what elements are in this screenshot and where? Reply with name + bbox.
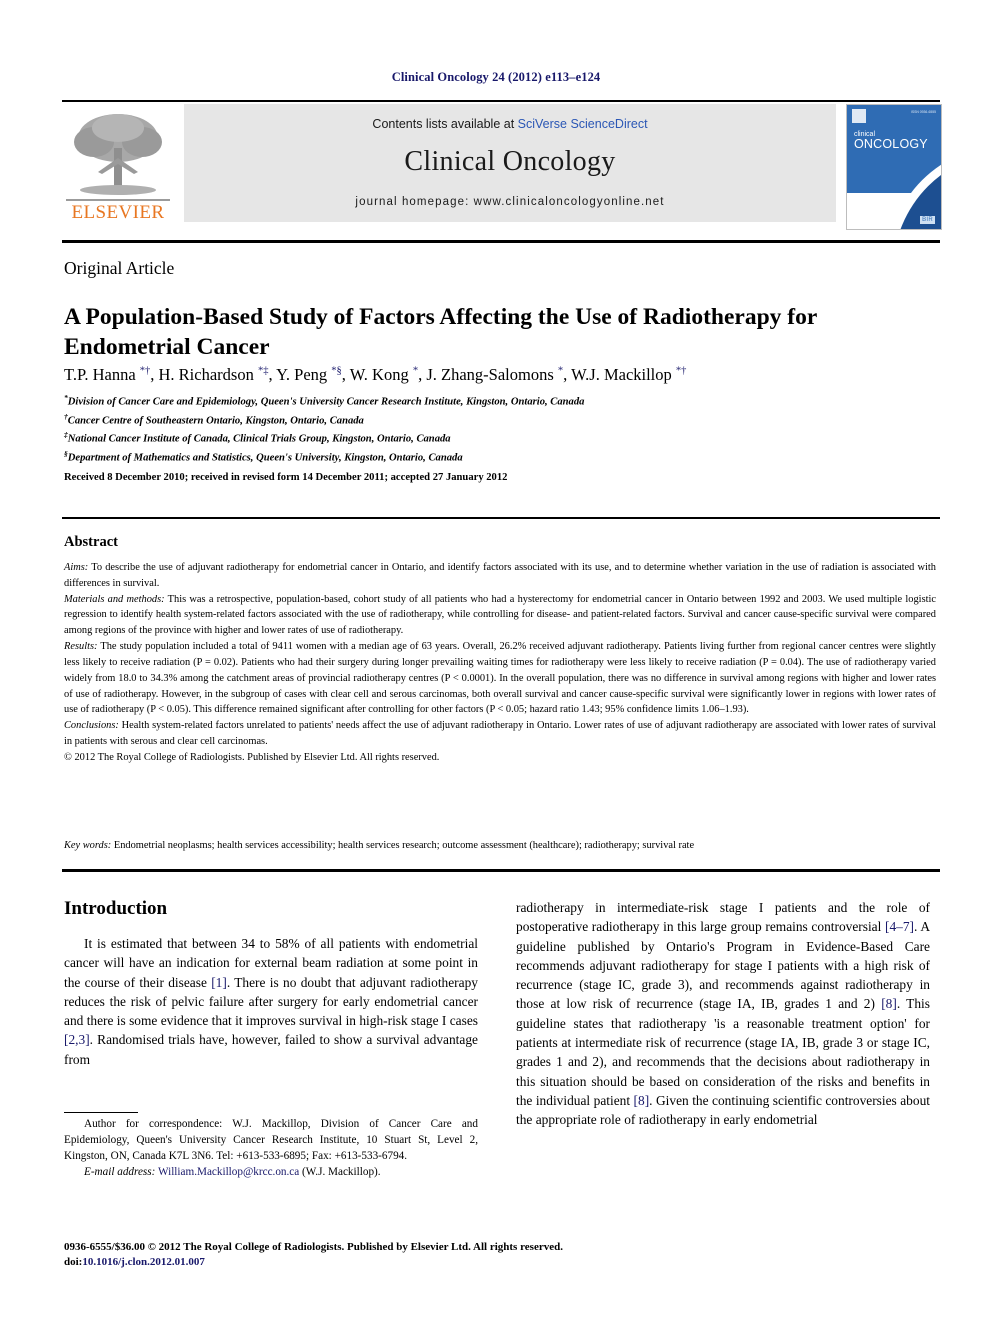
abstract-text: Health system-related factors unrelated …	[64, 720, 936, 747]
email-link[interactable]: William.Mackillop@krcc.on.ca	[158, 1166, 299, 1178]
abstract-body: Aims: To describe the use of adjuvant ra…	[64, 560, 936, 766]
footnote-rule	[64, 1112, 138, 1114]
journal-title: Clinical Oncology	[404, 146, 616, 177]
elsevier-logo: ELSEVIER	[62, 104, 174, 228]
introduction-paragraph-right: radiotherapy in intermediate-risk stage …	[516, 900, 930, 1128]
affiliation-text: Division of Cancer Care and Epidemiology…	[67, 396, 585, 408]
sciencedirect-link[interactable]: SciVerse ScienceDirect	[518, 117, 648, 131]
abstract-section-methods: Materials and methods: This was a retros…	[64, 592, 936, 639]
abstract-label: Materials and methods:	[64, 593, 165, 605]
keywords-line: Key words: Endometrial neoplasms; health…	[64, 840, 936, 851]
keywords-label: Key words:	[64, 840, 112, 851]
doi-label: doi:	[64, 1256, 83, 1269]
masthead-banner: Contents lists available at SciVerse Sci…	[184, 104, 836, 222]
affiliation-text: National Cancer Institute of Canada, Cli…	[67, 433, 451, 445]
page-title: A Population-Based Study of Factors Affe…	[64, 303, 817, 361]
elsevier-wordmark: ELSEVIER	[71, 202, 165, 223]
article-type-label: Original Article	[64, 258, 175, 278]
abstract-copyright: © 2012 The Royal College of Radiologists…	[64, 751, 440, 763]
abstract-text: This was a retrospective, population-bas…	[64, 593, 937, 637]
affiliation-item: ‡National Cancer Institute of Canada, Cl…	[64, 429, 934, 448]
contents-list-line: Contents lists available at SciVerse Sci…	[184, 117, 836, 131]
body-column-right: radiotherapy in intermediate-risk stage …	[516, 898, 930, 1130]
affiliation-item: §Department of Mathematics and Statistic…	[64, 448, 934, 467]
introduction-heading: Introduction	[64, 898, 168, 919]
email-line: E-mail address: William.Mackillop@krcc.o…	[64, 1165, 478, 1181]
affiliation-list: *Division of Cancer Care and Epidemiolog…	[64, 392, 934, 467]
journal-homepage-link[interactable]: journal homepage: www.clinicaloncologyon…	[184, 196, 836, 208]
cover-society-icon: BIR	[920, 216, 935, 224]
abstract-section-results: Results: The study population included a…	[64, 639, 936, 718]
affiliation-item: *Division of Cancer Care and Epidemiolog…	[64, 392, 934, 411]
doi-link[interactable]: 10.1016/j.clon.2012.01.007	[82, 1256, 205, 1268]
article-history: Received 8 December 2010; received in re…	[64, 472, 508, 483]
issn-copyright-line: 0936-6555/$36.00 © 2012 The Royal Colleg…	[64, 1241, 563, 1253]
body-top-rule	[62, 869, 940, 872]
abstract-label: Results:	[64, 641, 98, 653]
body-column-left: Introduction It is estimated that betwee…	[64, 898, 478, 1069]
cover-issn-label: ISSN 0936-6555	[910, 110, 936, 114]
abstract-section-aims: Aims: To describe the use of adjuvant ra…	[64, 560, 936, 592]
journal-masthead: ELSEVIER Contents lists available at Sci…	[62, 104, 942, 230]
article-header-rule	[62, 240, 940, 244]
cover-elsevier-icon	[852, 109, 866, 123]
abstract-text: The study population included a total of…	[64, 641, 936, 716]
keywords-text: Endometrial neoplasms; health services a…	[111, 840, 695, 851]
elsevier-logo-divider	[66, 199, 170, 201]
affiliation-item: †Cancer Centre of Southeastern Ontario, …	[64, 411, 934, 430]
abstract-heading: Abstract	[64, 534, 118, 550]
journal-cover-thumbnail[interactable]: ISSN 0936-6555 clinical ONCOLOGY BIR	[846, 104, 942, 230]
introduction-paragraph-left: It is estimated that between 34 to 58% o…	[64, 936, 478, 1067]
affiliation-text: Cancer Centre of Southeastern Ontario, K…	[67, 415, 364, 427]
abstract-top-rule	[62, 517, 940, 519]
email-owner: (W.J. Mackillop).	[302, 1165, 381, 1178]
email-label: E-mail address:	[84, 1165, 156, 1178]
correspondence-footnote: Author for correspondence: W.J. Mackillo…	[64, 1117, 478, 1181]
contents-prefix: Contents lists available at	[372, 117, 518, 131]
running-head: Clinical Oncology 24 (2012) e113–e124	[391, 70, 601, 84]
journal-article-page: Clinical Oncology 24 (2012) e113–e124 EL…	[0, 0, 992, 1323]
masthead-top-rule	[62, 100, 940, 103]
abstract-label: Aims:	[64, 562, 89, 573]
affiliation-text: Department of Mathematics and Statistics…	[67, 452, 463, 464]
doi-line: doi:10.1016/j.clon.2012.01.007	[64, 1255, 934, 1270]
correspondence-text: Author for correspondence: W.J. Mackillo…	[64, 1118, 478, 1162]
abstract-section-conclusions: Conclusions: Health system-related facto…	[64, 718, 936, 750]
cover-title-big: ONCOLOGY	[854, 137, 928, 151]
abstract-label: Conclusions:	[64, 720, 119, 732]
elsevier-tree-icon	[74, 114, 162, 195]
author-list: T.P. Hanna *†, H. Richardson *‡, Y. Peng…	[64, 365, 687, 384]
page-footer: 0936-6555/$36.00 © 2012 The Royal Colleg…	[64, 1240, 934, 1270]
abstract-text: To describe the use of adjuvant radiothe…	[64, 562, 936, 589]
